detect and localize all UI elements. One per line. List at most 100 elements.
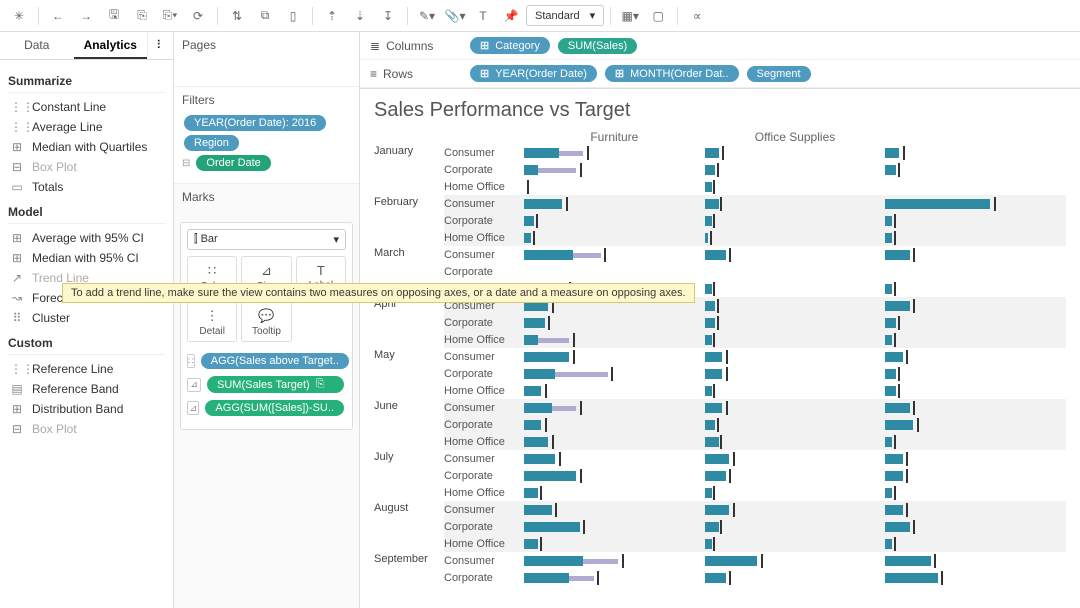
- reference-tick: [604, 248, 606, 262]
- duplicate-icon[interactable]: ⧉: [252, 3, 278, 29]
- reference-tick: [720, 520, 722, 534]
- analytics-item-label: Average with 95% CI: [32, 231, 144, 245]
- save-icon[interactable]: 🖫: [101, 3, 127, 29]
- actual-bar: [705, 505, 729, 515]
- analytics-item[interactable]: ⊞Median with 95% CI: [8, 248, 165, 268]
- actual-bar: [885, 318, 895, 328]
- actual-bar: [705, 369, 722, 379]
- data-row: Corporate: [444, 518, 1066, 535]
- filter-pill[interactable]: Order Date: [196, 155, 270, 171]
- fit-selector[interactable]: Standard▾: [526, 5, 604, 26]
- segment-label: Consumer: [444, 453, 524, 465]
- highlight-icon[interactable]: ✎▾: [414, 3, 440, 29]
- shelf-pill[interactable]: ⊞MONTH(Order Dat..: [605, 65, 739, 82]
- analytics-item[interactable]: ⋮⋮Average Line: [8, 117, 165, 137]
- redo-icon[interactable]: →: [73, 3, 99, 29]
- analytics-item[interactable]: ⋮⋮Reference Line: [8, 359, 165, 379]
- reference-tick: [913, 248, 915, 262]
- data-row: Consumer: [444, 144, 1066, 161]
- filters-shelf[interactable]: Filters YEAR(Order Date): 2016Region⊟Ord…: [174, 87, 359, 184]
- mark-type-selector[interactable]: ⫿ Bar▾: [187, 229, 346, 250]
- reference-tick: [906, 452, 908, 466]
- filter-pill[interactable]: Region: [184, 135, 239, 151]
- segment-label: Corporate: [444, 317, 524, 329]
- mark-encoding-icon[interactable]: ⊿: [187, 378, 201, 392]
- show-me-icon[interactable]: ▦▾: [617, 3, 643, 29]
- new-data-icon[interactable]: ⎘: [129, 3, 155, 29]
- segment-label: Consumer: [444, 351, 524, 363]
- reference-tick: [622, 554, 624, 568]
- actual-bar: [705, 471, 726, 481]
- mark-detail[interactable]: ⋮Detail: [187, 301, 237, 342]
- filter-pill[interactable]: YEAR(Order Date): 2016: [184, 115, 326, 131]
- new-sheet-icon[interactable]: ⎘▾: [157, 3, 183, 29]
- refresh-icon[interactable]: ⟳: [185, 3, 211, 29]
- segment-label: Home Office: [444, 538, 524, 550]
- reference-tick: [733, 503, 735, 517]
- analytics-item[interactable]: ▭Totals: [8, 177, 165, 197]
- sidebar-menu-icon[interactable]: ⠇: [147, 32, 173, 59]
- reference-tick: [573, 333, 575, 347]
- shelf-pill[interactable]: Segment: [747, 66, 811, 82]
- analytics-item-icon: ⋮⋮: [10, 100, 24, 114]
- shelf-pill[interactable]: SUM(Sales): [558, 38, 637, 54]
- mark-pill[interactable]: AGG(Sales above Target..: [201, 353, 349, 369]
- mark-encoding-icon[interactable]: ⊿: [187, 401, 199, 415]
- pin-icon[interactable]: 📌: [498, 3, 524, 29]
- swap-icon[interactable]: ⇅: [224, 3, 250, 29]
- presentation-icon[interactable]: ▢: [645, 3, 671, 29]
- sort-desc-icon[interactable]: ⇣: [347, 3, 373, 29]
- analytics-item[interactable]: ⋮⋮ Constant Line: [8, 97, 165, 117]
- reference-tick: [903, 146, 905, 160]
- shelf-pill[interactable]: ⊞Category: [470, 37, 550, 54]
- share-icon[interactable]: ∝: [684, 3, 710, 29]
- analytics-item-icon: ⊞: [10, 140, 24, 154]
- group-icon[interactable]: 📎▾: [442, 3, 468, 29]
- clear-icon[interactable]: ▯: [280, 3, 306, 29]
- actual-bar: [705, 420, 715, 430]
- tab-analytics[interactable]: Analytics: [74, 32, 148, 59]
- mark-pill[interactable]: SUM(Sales Target) ⎘: [207, 376, 344, 393]
- shelves-column: Pages Filters YEAR(Order Date): 2016Regi…: [174, 32, 360, 608]
- undo-icon[interactable]: ←: [45, 3, 71, 29]
- data-row: Corporate: [444, 263, 1066, 280]
- label-icon[interactable]: T: [470, 3, 496, 29]
- rows-shelf[interactable]: ⊞YEAR(Order Date) ⊞MONTH(Order Dat.. Segme…: [468, 63, 1080, 84]
- analytics-item[interactable]: ▤Reference Band: [8, 379, 165, 399]
- analytics-item[interactable]: ⠿Cluster: [8, 308, 165, 328]
- reference-tick: [726, 350, 728, 364]
- pages-shelf[interactable]: Pages: [174, 32, 359, 87]
- mark-tooltip[interactable]: 💬Tooltip: [241, 301, 291, 342]
- reference-tick: [555, 503, 557, 517]
- reference-tick: [726, 367, 728, 381]
- sort-asc-icon[interactable]: ⇡: [319, 3, 345, 29]
- reference-tick: [994, 197, 996, 211]
- mark-encoding-icon[interactable]: ∷: [187, 354, 195, 368]
- tableau-logo-icon[interactable]: ✳: [6, 3, 32, 29]
- columns-shelf[interactable]: ⊞Category SUM(Sales): [468, 35, 1080, 56]
- actual-bar: [885, 573, 937, 583]
- actual-bar: [885, 539, 892, 549]
- analytics-item-icon: ⊞: [10, 231, 24, 245]
- analytics-item-label: Constant Line: [32, 100, 106, 114]
- sort-icon[interactable]: ↧: [375, 3, 401, 29]
- viz-canvas[interactable]: Sales Performance vs Target FurnitureOff…: [360, 89, 1080, 608]
- data-row: Corporate: [444, 212, 1066, 229]
- actual-bar: [885, 522, 909, 532]
- shelf-pill[interactable]: ⊞YEAR(Order Date): [470, 65, 597, 82]
- analytics-item[interactable]: ⊞Median with Quartiles: [8, 137, 165, 157]
- analytics-sidebar: Data Analytics ⠇ Summarize⋮⋮Constant Lin…: [0, 32, 174, 608]
- actual-bar: [524, 556, 583, 566]
- mark-pill[interactable]: AGG(SUM([Sales])-SU..: [205, 400, 344, 416]
- segment-label: Home Office: [444, 385, 524, 397]
- analytics-item[interactable]: ⊞Distribution Band: [8, 399, 165, 419]
- section-custom: Custom: [8, 328, 165, 355]
- tab-data[interactable]: Data: [0, 32, 74, 59]
- reference-tick: [720, 435, 722, 449]
- actual-bar: [524, 386, 541, 396]
- analytics-item[interactable]: ⊞ Average with 95% CI: [8, 228, 165, 248]
- actual-bar: [705, 199, 719, 209]
- segment-label: Corporate: [444, 572, 524, 584]
- actual-bar: [705, 335, 712, 345]
- actual-bar: [524, 522, 580, 532]
